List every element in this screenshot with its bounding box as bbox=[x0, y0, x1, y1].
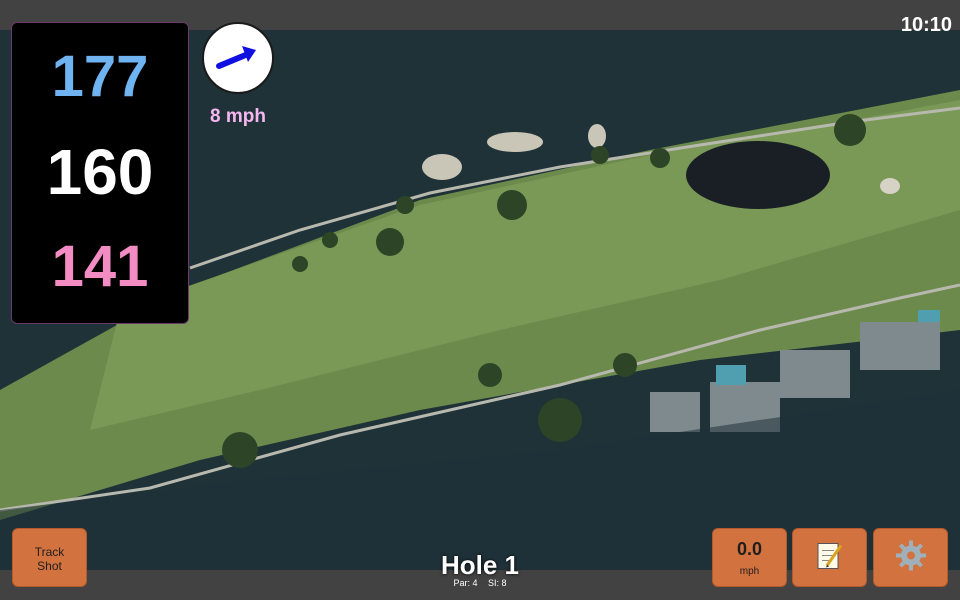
distance-front: 141 bbox=[51, 234, 149, 299]
track-shot-label-line2: Shot bbox=[37, 559, 62, 573]
hole-par: Par: 4 bbox=[453, 578, 478, 588]
speed-button[interactable]: 0.0 mph bbox=[712, 528, 787, 587]
track-shot-label-line1: Track bbox=[34, 545, 65, 559]
distance-panel: 177 160 141 bbox=[11, 22, 189, 324]
wind-direction-indicator bbox=[202, 22, 274, 94]
settings-button[interactable] bbox=[873, 528, 948, 587]
arrow-icon bbox=[216, 46, 256, 69]
gear-icon bbox=[895, 539, 927, 576]
hole-title: Hole 1 bbox=[440, 550, 520, 580]
track-shot-button[interactable]: Track Shot bbox=[12, 528, 87, 587]
distance-back: 177 bbox=[51, 44, 149, 109]
notes-button[interactable] bbox=[792, 528, 867, 587]
distance-middle: 160 bbox=[46, 136, 154, 208]
hole-info: Par: 4 SI: 8 bbox=[380, 578, 580, 588]
hole-stroke-index: SI: 8 bbox=[488, 578, 507, 588]
speed-unit: mph bbox=[739, 566, 760, 577]
wind-speed: 8 mph bbox=[210, 106, 266, 127]
notepad-icon bbox=[815, 539, 845, 576]
speed-value: 0.0 bbox=[736, 539, 763, 559]
clock-time: 10:10 bbox=[900, 14, 952, 36]
